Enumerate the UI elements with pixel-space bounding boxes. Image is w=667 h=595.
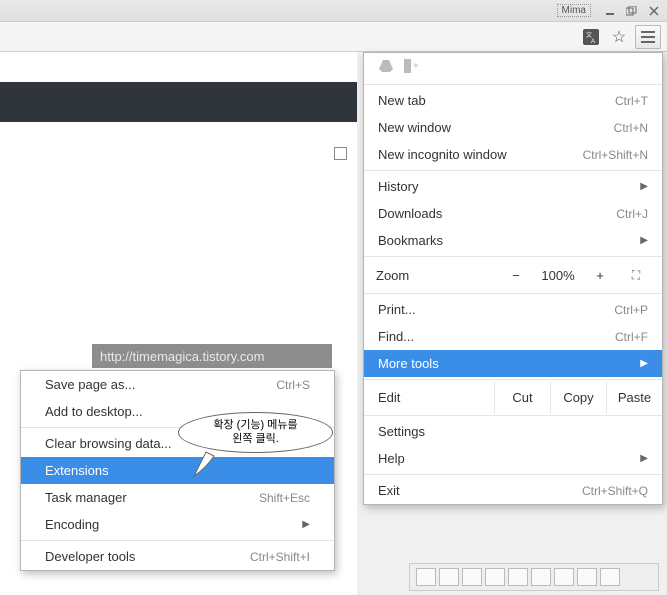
menu-label: Downloads (378, 206, 442, 221)
zoom-label: Zoom (376, 268, 494, 283)
menu-shortcut: Ctrl+Shift+I (250, 550, 310, 564)
chrome-main-menu: + New tab Ctrl+T New window Ctrl+N New i… (363, 52, 663, 505)
star-icon[interactable]: ☆ (607, 25, 631, 49)
menu-shortcut: Ctrl+S (276, 378, 310, 392)
menu-zoom: Zoom − 100% + ⛶ (364, 259, 662, 291)
menu-label: Encoding (45, 517, 99, 532)
format-icon[interactable] (577, 568, 597, 586)
menu-label: New window (378, 120, 451, 135)
chevron-right-icon: ▶ (640, 453, 648, 464)
submenu-task-manager[interactable]: Task manager Shift+Esc (21, 484, 334, 511)
submenu-extensions[interactable]: Extensions (21, 457, 334, 484)
drive-icon[interactable] (378, 59, 394, 76)
bubble-line2: 왼쪽 클릭. (232, 433, 279, 445)
format-icon[interactable] (508, 568, 528, 586)
menu-print[interactable]: Print... Ctrl+P (364, 296, 662, 323)
submenu-save-page[interactable]: Save page as... Ctrl+S (21, 371, 334, 398)
menu-edit-row: Edit Cut Copy Paste (364, 382, 662, 413)
format-icon[interactable] (531, 568, 551, 586)
menu-new-window[interactable]: New window Ctrl+N (364, 114, 662, 141)
menu-label: History (378, 179, 418, 194)
menu-shortcut: Ctrl+Shift+Q (582, 484, 648, 498)
paste-button[interactable]: Paste (606, 382, 662, 413)
menu-exit[interactable]: Exit Ctrl+Shift+Q (364, 477, 662, 504)
menu-label: Help (378, 451, 405, 466)
hamburger-menu-button[interactable] (635, 25, 661, 49)
menu-label: Exit (378, 483, 400, 498)
minimize-button[interactable] (601, 4, 619, 18)
chevron-right-icon: ▶ (640, 235, 648, 246)
maximize-button[interactable] (623, 4, 641, 18)
menu-help[interactable]: Help ▶ (364, 445, 662, 472)
menu-label: Clear browsing data... (45, 436, 171, 451)
format-icon[interactable] (416, 568, 436, 586)
menu-shortcut: Ctrl+J (616, 207, 648, 221)
browser-toolbar: 文A ☆ (0, 22, 667, 52)
bubble-tail-icon (192, 450, 222, 480)
menu-label: Extensions (45, 463, 109, 478)
chevron-right-icon: ▶ (640, 358, 648, 369)
menu-history[interactable]: History ▶ (364, 173, 662, 200)
menu-downloads[interactable]: Downloads Ctrl+J (364, 200, 662, 227)
menu-label: Settings (378, 424, 425, 439)
more-tools-submenu: Save page as... Ctrl+S Add to desktop...… (20, 370, 335, 571)
menu-label: Print... (378, 302, 416, 317)
menu-shortcut: Ctrl+F (615, 330, 648, 344)
menu-label: Task manager (45, 490, 127, 505)
zoom-in-button[interactable]: + (586, 263, 614, 287)
close-button[interactable] (645, 4, 663, 18)
edit-label: Edit (364, 382, 494, 413)
svg-text:+: + (413, 61, 419, 72)
menu-label: New tab (378, 93, 426, 108)
bubble-line1: 확장 (기능) 메뉴를 (213, 419, 297, 431)
menu-find[interactable]: Find... Ctrl+F (364, 323, 662, 350)
menu-shortcut: Shift+Esc (259, 491, 310, 505)
format-icon[interactable] (485, 568, 505, 586)
menu-label: Find... (378, 329, 414, 344)
menu-label: New incognito window (378, 147, 507, 162)
menu-shortcut: Ctrl+Shift+N (583, 148, 648, 162)
cut-button[interactable]: Cut (494, 382, 550, 413)
menu-label: Save page as... (45, 377, 135, 392)
menu-shortcut: Ctrl+N (614, 121, 648, 135)
page-header-band (0, 82, 357, 122)
menu-label: Add to desktop... (45, 404, 143, 419)
editor-bottom-bar (409, 563, 659, 591)
format-icon[interactable] (600, 568, 620, 586)
menu-label: More tools (378, 356, 439, 371)
format-icon[interactable] (462, 568, 482, 586)
submenu-encoding[interactable]: Encoding ▶ (21, 511, 334, 538)
chevron-right-icon: ▶ (640, 181, 648, 192)
format-icon[interactable] (554, 568, 574, 586)
fullscreen-icon[interactable]: ⛶ (622, 263, 650, 287)
menu-new-tab[interactable]: New tab Ctrl+T (364, 87, 662, 114)
title-badge: Mima (557, 4, 591, 17)
chevron-right-icon: ▶ (302, 519, 310, 530)
menu-label: Developer tools (45, 549, 135, 564)
annotation-bubble: 확장 (기능) 메뉴를 왼쪽 클릭. (178, 412, 333, 453)
menu-label: Bookmarks (378, 233, 443, 248)
format-icon[interactable] (439, 568, 459, 586)
page-checkbox[interactable] (334, 147, 347, 160)
menu-settings[interactable]: Settings (364, 418, 662, 445)
menu-bookmarks[interactable]: Bookmarks ▶ (364, 227, 662, 254)
menu-shortcut: Ctrl+T (615, 94, 648, 108)
translate-icon[interactable]: 文A (579, 25, 603, 49)
google-plus-icon[interactable]: + (404, 59, 420, 76)
zoom-out-button[interactable]: − (502, 263, 530, 287)
submenu-developer-tools[interactable]: Developer tools Ctrl+Shift+I (21, 543, 334, 570)
zoom-value: 100% (538, 268, 578, 283)
svg-text:文: 文 (586, 31, 592, 39)
watermark-url: http://timemagica.tistory.com (92, 344, 332, 368)
copy-button[interactable]: Copy (550, 382, 606, 413)
menu-more-tools[interactable]: More tools ▶ (364, 350, 662, 377)
svg-text:A: A (591, 39, 595, 45)
menu-shortcut: Ctrl+P (614, 303, 648, 317)
window-titlebar: Mima (0, 0, 667, 22)
menu-new-incognito[interactable]: New incognito window Ctrl+Shift+N (364, 141, 662, 168)
